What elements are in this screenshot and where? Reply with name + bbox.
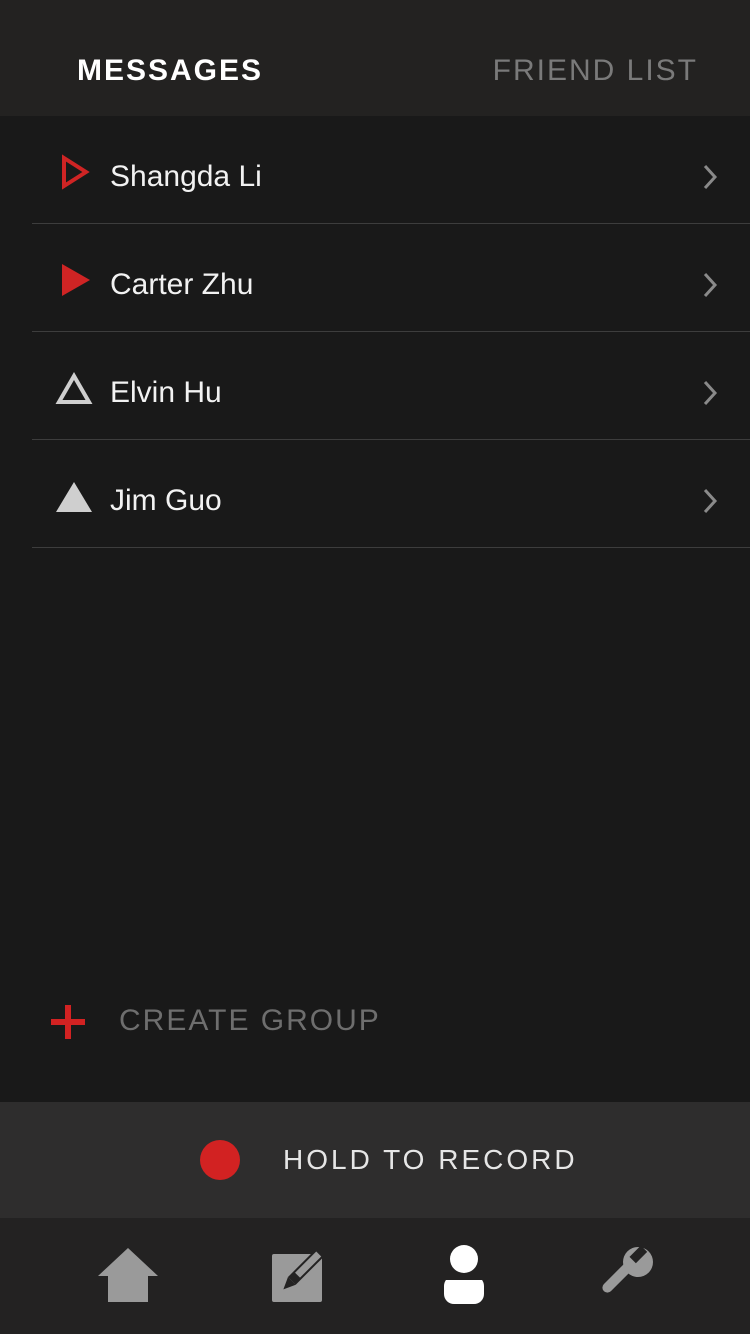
hold-to-record-button[interactable]: HOLD TO RECORD <box>0 1102 750 1218</box>
play-outline-icon <box>62 154 90 190</box>
divider <box>32 547 750 548</box>
list-item[interactable]: Elvin Hu <box>0 332 750 440</box>
record-dot-icon <box>200 1140 240 1180</box>
contact-name: Elvin Hu <box>110 376 222 409</box>
triangle-outline-icon <box>55 371 93 404</box>
home-icon[interactable] <box>96 1242 160 1306</box>
triangle-filled-icon <box>56 482 92 512</box>
contact-name: Carter Zhu <box>110 268 254 301</box>
top-tab-bar: MESSAGES FRIEND LIST <box>0 0 750 116</box>
chevron-right-icon <box>703 272 718 298</box>
tab-messages[interactable]: MESSAGES <box>77 52 263 90</box>
list-item[interactable]: Jim Guo <box>0 440 750 548</box>
list-item[interactable]: Shangda Li <box>0 116 750 224</box>
create-group-button[interactable]: CREATE GROUP <box>50 1000 450 1044</box>
create-group-label: CREATE GROUP <box>119 1004 381 1037</box>
wrench-icon[interactable] <box>594 1242 658 1306</box>
tab-friend-list[interactable]: FRIEND LIST <box>493 52 698 90</box>
chevron-right-icon <box>703 164 718 190</box>
chevron-right-icon <box>703 380 718 406</box>
list-item[interactable]: Carter Zhu <box>0 224 750 332</box>
contact-name: Shangda Li <box>110 160 262 193</box>
play-filled-icon <box>62 264 90 296</box>
plus-icon <box>51 1005 85 1039</box>
conversation-list: Shangda Li Carter Zhu Elvin Hu Jim Guo <box>0 116 750 548</box>
record-label: HOLD TO RECORD <box>283 1144 578 1175</box>
profile-icon[interactable] <box>432 1242 496 1306</box>
chevron-right-icon <box>703 488 718 514</box>
bottom-nav <box>0 1218 750 1334</box>
contact-name: Jim Guo <box>110 484 222 517</box>
edit-icon[interactable] <box>266 1242 330 1306</box>
